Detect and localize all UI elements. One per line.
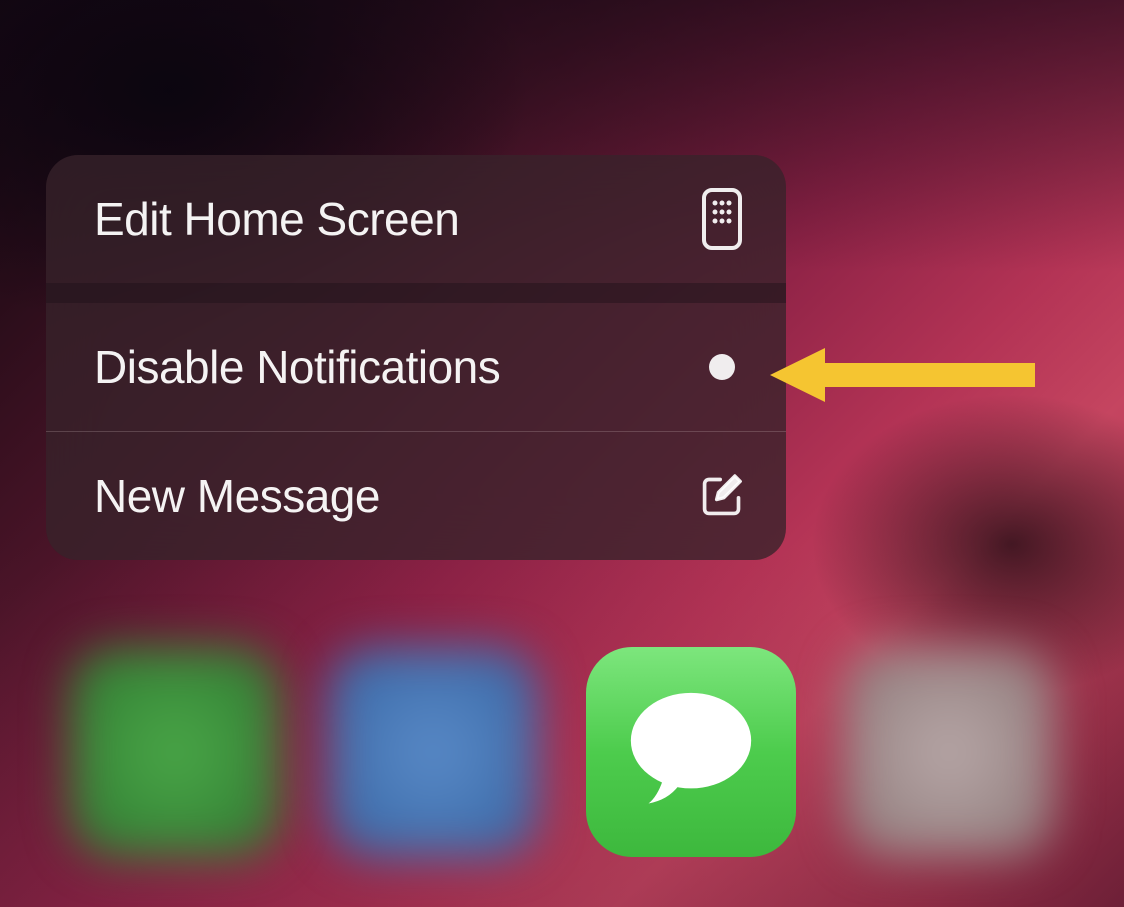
dock-app-messages[interactable] bbox=[586, 647, 796, 857]
context-menu: Edit Home Screen Disable Notifications bbox=[46, 155, 786, 560]
menu-item-label: Disable Notifications bbox=[94, 340, 500, 394]
dot-icon bbox=[700, 345, 744, 389]
dock-app-blurred[interactable] bbox=[844, 647, 1054, 857]
compose-icon bbox=[700, 474, 744, 518]
menu-separator bbox=[46, 283, 786, 303]
phone-apps-icon bbox=[700, 197, 744, 241]
dock-app-blurred[interactable] bbox=[328, 647, 538, 857]
messages-icon bbox=[621, 692, 761, 812]
menu-item-new-message[interactable]: New Message bbox=[46, 432, 786, 560]
annotation-arrow bbox=[770, 345, 1040, 405]
menu-item-label: New Message bbox=[94, 469, 380, 523]
dock-app-blurred[interactable] bbox=[70, 647, 280, 857]
menu-item-disable-notifications[interactable]: Disable Notifications bbox=[46, 303, 786, 431]
menu-item-edit-home-screen[interactable]: Edit Home Screen bbox=[46, 155, 786, 283]
dock bbox=[0, 647, 1124, 857]
menu-item-label: Edit Home Screen bbox=[94, 192, 459, 246]
